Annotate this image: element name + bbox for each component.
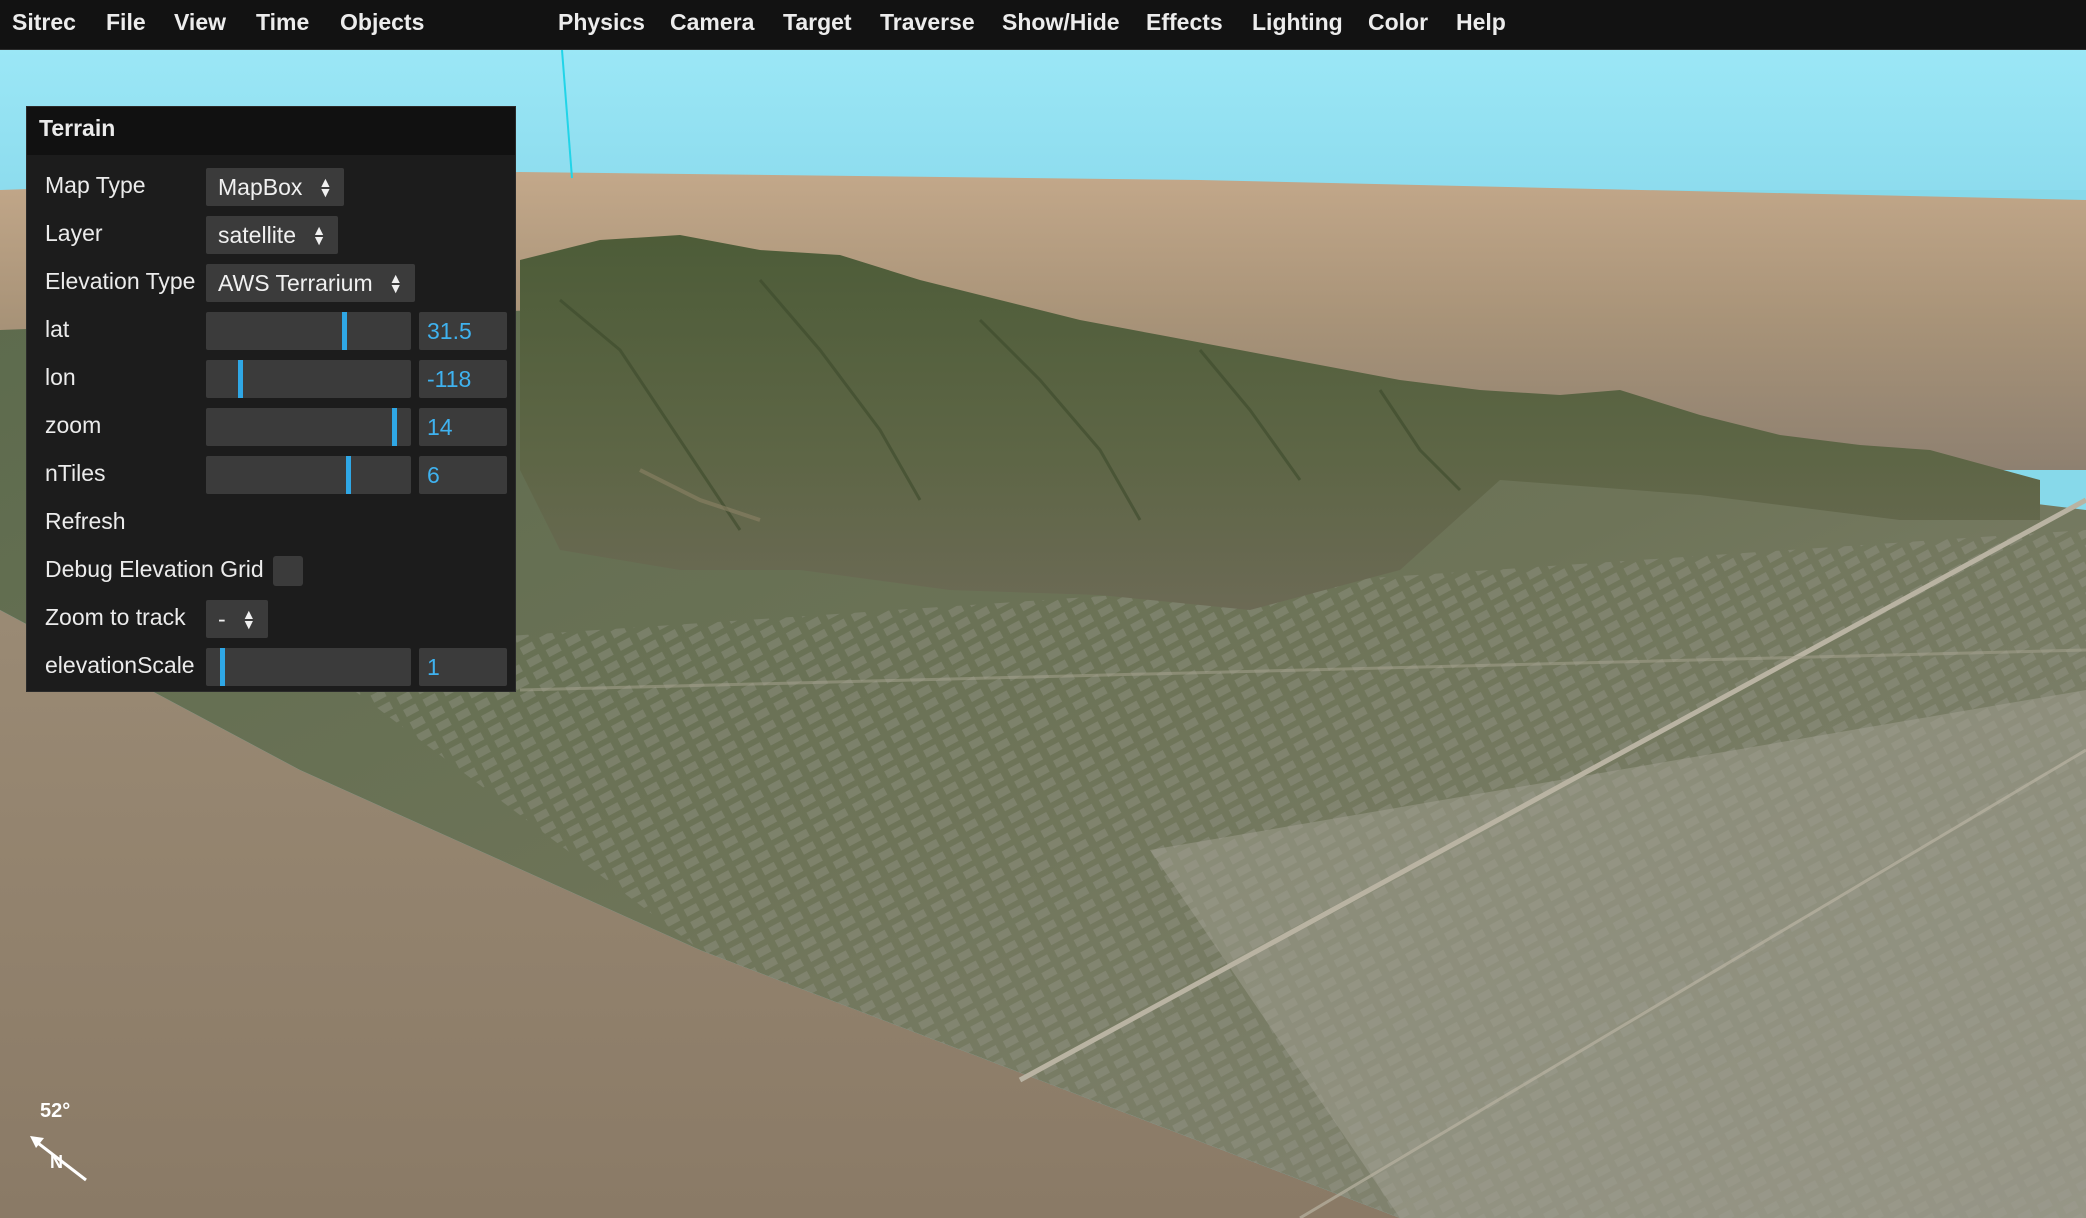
lon-input[interactable]: -118 (419, 360, 507, 398)
panel-title[interactable]: Terrain (27, 107, 515, 155)
zoom-to-track-value: - (218, 606, 226, 632)
map-type-label: Map Type (45, 172, 146, 198)
ntiles-input[interactable]: 6 (419, 456, 507, 494)
debug-grid-row: Debug Elevation Grid (27, 545, 515, 593)
slider-handle[interactable] (346, 456, 351, 494)
lat-label: lat (45, 316, 70, 342)
menu-traverse[interactable]: Traverse (880, 0, 975, 50)
menu-view[interactable]: View (174, 0, 226, 50)
layer-value: satellite (218, 222, 296, 248)
menu-bar: Sitrec File View Time Objects Physics Ca… (0, 0, 2086, 50)
layer-row: Layer satellite ▲ ▼ (27, 209, 515, 257)
elevation-type-label: Elevation Type (45, 268, 196, 294)
menu-show-hide[interactable]: Show/Hide (1002, 0, 1120, 50)
elevation-type-select[interactable]: AWS Terrarium ▲ ▼ (206, 264, 415, 302)
debug-grid-checkbox[interactable] (273, 556, 303, 586)
compass-widget: 52° N (28, 1100, 98, 1200)
elevation-scale-label: elevationScale (45, 652, 195, 678)
layer-label: Layer (45, 220, 103, 246)
menu-file[interactable]: File (106, 0, 146, 50)
menu-help[interactable]: Help (1456, 0, 1506, 50)
menu-sitrec[interactable]: Sitrec (12, 0, 76, 50)
map-type-select[interactable]: MapBox ▲ ▼ (206, 168, 345, 206)
ntiles-row: nTiles 6 (27, 449, 515, 497)
menu-time[interactable]: Time (256, 0, 309, 50)
menu-physics[interactable]: Physics (558, 0, 645, 50)
elevation-type-row: Elevation Type AWS Terrarium ▲ ▼ (27, 257, 515, 305)
zoom-to-track-row: Zoom to track - ▲ ▼ (27, 593, 515, 641)
layer-select[interactable]: satellite ▲ ▼ (206, 216, 338, 254)
lon-slider[interactable] (206, 360, 411, 398)
lat-input[interactable]: 31.5 (419, 312, 507, 350)
lon-label: lon (45, 364, 76, 390)
zoom-label: zoom (45, 412, 102, 438)
updown-arrows-icon: ▲ ▼ (312, 222, 326, 248)
zoom-row: zoom 14 (27, 401, 515, 449)
map-type-value: MapBox (218, 174, 303, 200)
north-label: N (50, 1152, 63, 1172)
lat-row: lat 31.5 (27, 305, 515, 353)
updown-arrows-icon: ▲ ▼ (388, 270, 403, 296)
menu-lighting[interactable]: Lighting (1252, 0, 1343, 50)
menu-color[interactable]: Color (1368, 0, 1428, 50)
zoom-input[interactable]: 14 (419, 408, 507, 446)
refresh-button[interactable]: Refresh (27, 497, 515, 545)
north-arrow-icon: N (30, 1136, 87, 1182)
menu-target[interactable]: Target (783, 0, 852, 50)
lat-slider[interactable] (206, 312, 411, 350)
ntiles-label: nTiles (45, 460, 106, 486)
slider-handle[interactable] (392, 408, 397, 446)
refresh-label: Refresh (45, 508, 126, 534)
zoom-to-track-select[interactable]: - ▲ ▼ (206, 600, 268, 638)
debug-grid-label: Debug Elevation Grid (45, 556, 264, 582)
slider-handle[interactable] (342, 312, 347, 350)
view-angle: 52° (40, 1100, 71, 1122)
menu-camera[interactable]: Camera (670, 0, 754, 50)
terrain-panel: Terrain Map Type MapBox ▲ ▼ Layer satelli… (26, 106, 516, 692)
elevation-scale-input[interactable]: 1 (419, 648, 507, 686)
map-type-row: Map Type MapBox ▲ ▼ (27, 161, 515, 209)
zoom-to-track-label: Zoom to track (45, 604, 186, 630)
slider-handle[interactable] (220, 648, 225, 686)
lon-row: lon -118 (27, 353, 515, 401)
updown-arrows-icon: ▲ ▼ (318, 174, 333, 200)
zoom-slider[interactable] (206, 408, 411, 446)
ntiles-slider[interactable] (206, 456, 411, 494)
menu-effects[interactable]: Effects (1146, 0, 1223, 50)
elevation-scale-slider[interactable] (206, 648, 411, 686)
elevation-scale-row: elevationScale 1 (27, 641, 515, 689)
slider-handle[interactable] (238, 360, 243, 398)
updown-arrows-icon: ▲ ▼ (241, 606, 256, 632)
elevation-type-value: AWS Terrarium (218, 270, 373, 296)
menu-objects[interactable]: Objects (340, 0, 424, 50)
